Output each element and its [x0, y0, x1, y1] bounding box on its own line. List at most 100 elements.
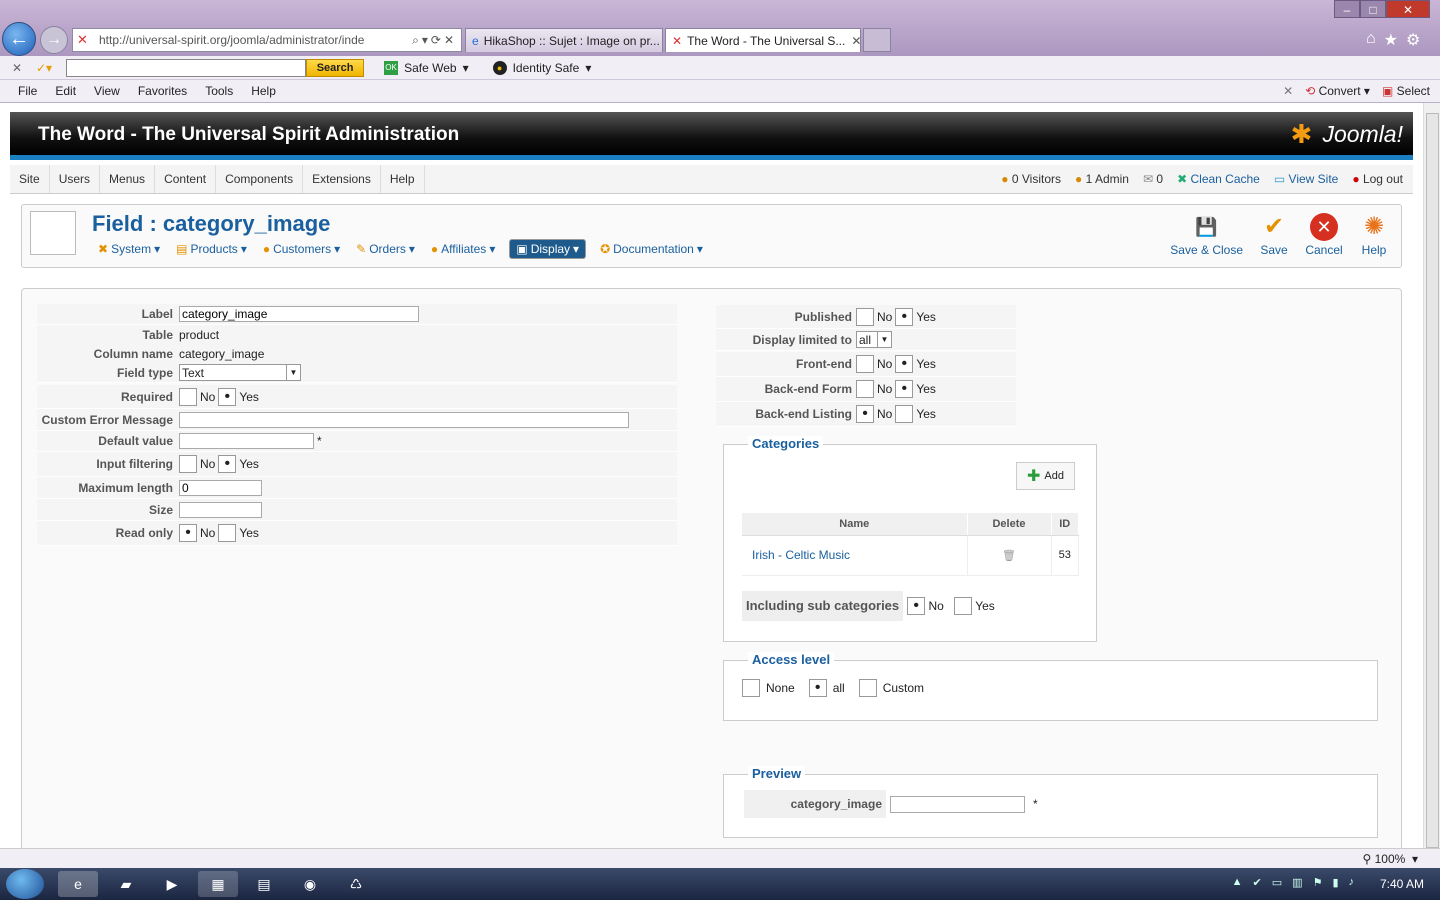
- backend-listing-no-radio[interactable]: [856, 405, 874, 423]
- identity-safe-menu[interactable]: ● Identity Safe ▾: [492, 60, 591, 75]
- convert-button[interactable]: ⟲ Convert ▾: [1305, 84, 1370, 98]
- add-category-button[interactable]: ✚ Add: [1016, 462, 1075, 490]
- menu-help[interactable]: Help: [242, 84, 285, 98]
- toolbar-search-input[interactable]: [66, 58, 307, 77]
- signal-tray-icon[interactable]: ▮: [1332, 876, 1338, 889]
- cancel-button[interactable]: ✕ Cancel: [1305, 213, 1343, 257]
- hmenu-display[interactable]: ▣ Display ▾: [509, 239, 587, 259]
- hmenu-affiliates[interactable]: ● Affiliates ▾: [429, 239, 497, 259]
- save-button[interactable]: ✔ Save: [1255, 213, 1293, 257]
- folder-taskbar-icon[interactable]: ▰: [106, 871, 146, 897]
- start-button[interactable]: [6, 869, 44, 899]
- view-site-link[interactable]: ▭ View Site: [1274, 172, 1339, 186]
- logout-link[interactable]: ● Log out: [1352, 172, 1403, 186]
- trash-icon[interactable]: 🗑: [967, 535, 1052, 576]
- hmenu-products[interactable]: ▤ Products ▾: [174, 239, 249, 259]
- monitor-tray-icon[interactable]: ▭: [1272, 876, 1282, 889]
- readonly-no-radio[interactable]: [179, 524, 197, 542]
- home-icon[interactable]: ⌂: [1366, 30, 1376, 50]
- menu-edit[interactable]: Edit: [46, 84, 85, 98]
- save-close-button[interactable]: 💾 Save & Close: [1170, 213, 1243, 257]
- required-yes-radio[interactable]: [218, 387, 237, 406]
- flag-tray-icon[interactable]: ⚑: [1313, 876, 1323, 889]
- readonly-yes-radio[interactable]: [218, 524, 237, 542]
- app-taskbar-icon[interactable]: ▦: [198, 871, 238, 897]
- tab-the-word[interactable]: ✕ The Word - The Universal S... ✕: [665, 28, 861, 52]
- url-text[interactable]: http://universal-spirit.org/joomla/admin…: [99, 33, 412, 47]
- close-tab-icon[interactable]: ✕: [845, 34, 860, 48]
- custom-error-input[interactable]: [179, 411, 629, 428]
- jmenu-content[interactable]: Content: [155, 165, 217, 193]
- menu-tools[interactable]: Tools: [196, 84, 242, 98]
- size-input[interactable]: [179, 501, 262, 518]
- search-button[interactable]: Search: [306, 58, 365, 77]
- published-no-radio[interactable]: [856, 307, 874, 326]
- forward-button[interactable]: →: [40, 26, 68, 54]
- access-none-radio[interactable]: [742, 679, 760, 697]
- norton-tray-icon[interactable]: ✔: [1253, 876, 1262, 889]
- favorites-star-icon[interactable]: ★: [1384, 30, 1398, 50]
- close-convert-icon[interactable]: ✕: [1283, 84, 1293, 98]
- media-player-taskbar-icon[interactable]: ▶: [152, 871, 192, 897]
- frontend-yes-radio[interactable]: [895, 355, 914, 373]
- nvidia-tray-icon[interactable]: ▲: [1232, 876, 1243, 889]
- network-taskbar-icon[interactable]: ◉: [290, 871, 330, 897]
- page-scrollbar[interactable]: [1423, 103, 1440, 848]
- new-tab-button[interactable]: [863, 28, 891, 52]
- minimize-icon[interactable]: –: [1334, 0, 1360, 18]
- menu-favorites[interactable]: Favorites: [129, 84, 196, 98]
- jmenu-help[interactable]: Help: [381, 165, 425, 193]
- zoom-control[interactable]: ⚲ 100% ▾: [1362, 852, 1418, 866]
- access-custom-radio[interactable]: [858, 679, 877, 697]
- menu-view[interactable]: View: [85, 84, 129, 98]
- category-name-link[interactable]: Irish - Celtic Music: [742, 535, 968, 576]
- network-tray-icon[interactable]: ▥: [1292, 876, 1302, 889]
- select-button[interactable]: ▣ Select: [1382, 84, 1430, 98]
- max-length-input[interactable]: [179, 479, 262, 496]
- norton-check-icon[interactable]: ✓▾: [36, 61, 52, 75]
- filtering-yes-radio[interactable]: [218, 455, 237, 473]
- address-bar[interactable]: ✕ http://universal-spirit.org/joomla/adm…: [72, 28, 462, 52]
- filtering-no-radio[interactable]: [179, 455, 197, 473]
- field-type-select[interactable]: Text ▼: [179, 364, 301, 381]
- jmenu-site[interactable]: Site: [10, 165, 50, 193]
- tab-hikashop[interactable]: e HikaShop :: Sujet : Image on pr...: [465, 28, 663, 52]
- address-tools-icon[interactable]: ⌕▾⟳✕: [412, 33, 461, 48]
- jmenu-components[interactable]: Components: [216, 165, 304, 193]
- jmenu-users[interactable]: Users: [50, 165, 101, 193]
- backend-listing-yes-radio[interactable]: [895, 405, 914, 423]
- label-input[interactable]: [179, 306, 419, 322]
- jmenu-extensions[interactable]: Extensions: [303, 165, 381, 193]
- published-yes-radio[interactable]: [895, 307, 914, 326]
- clean-cache-link[interactable]: ✖ Clean Cache: [1177, 172, 1260, 186]
- backend-form-yes-radio[interactable]: [895, 380, 914, 398]
- hmenu-orders[interactable]: ✎ Orders ▾: [354, 239, 417, 259]
- required-no-radio[interactable]: [179, 387, 197, 406]
- maximize-icon[interactable]: □: [1360, 0, 1386, 18]
- hmenu-system[interactable]: ✖ System ▾: [96, 239, 162, 259]
- close-window-icon[interactable]: ✕: [1386, 0, 1430, 18]
- include-sub-yes-radio[interactable]: [953, 597, 972, 615]
- hmenu-documentation[interactable]: ✪ Documentation ▾: [598, 239, 705, 259]
- volume-tray-icon[interactable]: ♪: [1349, 876, 1355, 889]
- include-sub-no-radio[interactable]: [907, 597, 926, 615]
- close-toolbar-icon[interactable]: ✕: [12, 61, 26, 75]
- jmenu-menus[interactable]: Menus: [100, 165, 156, 193]
- backend-form-no-radio[interactable]: [856, 380, 874, 398]
- display-limited-select[interactable]: all ▼: [856, 331, 892, 348]
- ie-taskbar-icon[interactable]: e: [58, 871, 98, 897]
- scroll-thumb[interactable]: [1426, 113, 1439, 848]
- preview-input[interactable]: [890, 795, 1025, 813]
- default-value-input[interactable]: [179, 433, 314, 449]
- menu-file[interactable]: File: [0, 84, 46, 98]
- settings-gear-icon[interactable]: ⚙: [1406, 30, 1420, 50]
- safe-web-menu[interactable]: OK Safe Web ▾: [384, 60, 469, 75]
- recycle-taskbar-icon[interactable]: ♺: [336, 871, 376, 897]
- back-button[interactable]: ←: [2, 22, 36, 56]
- messages-status[interactable]: ✉ 0: [1143, 172, 1163, 186]
- access-all-radio[interactable]: [808, 679, 827, 697]
- calculator-taskbar-icon[interactable]: ▤: [244, 871, 284, 897]
- frontend-no-radio[interactable]: [856, 355, 874, 373]
- help-button[interactable]: ✺ Help: [1355, 213, 1393, 257]
- hmenu-customers[interactable]: ● Customers ▾: [261, 239, 342, 259]
